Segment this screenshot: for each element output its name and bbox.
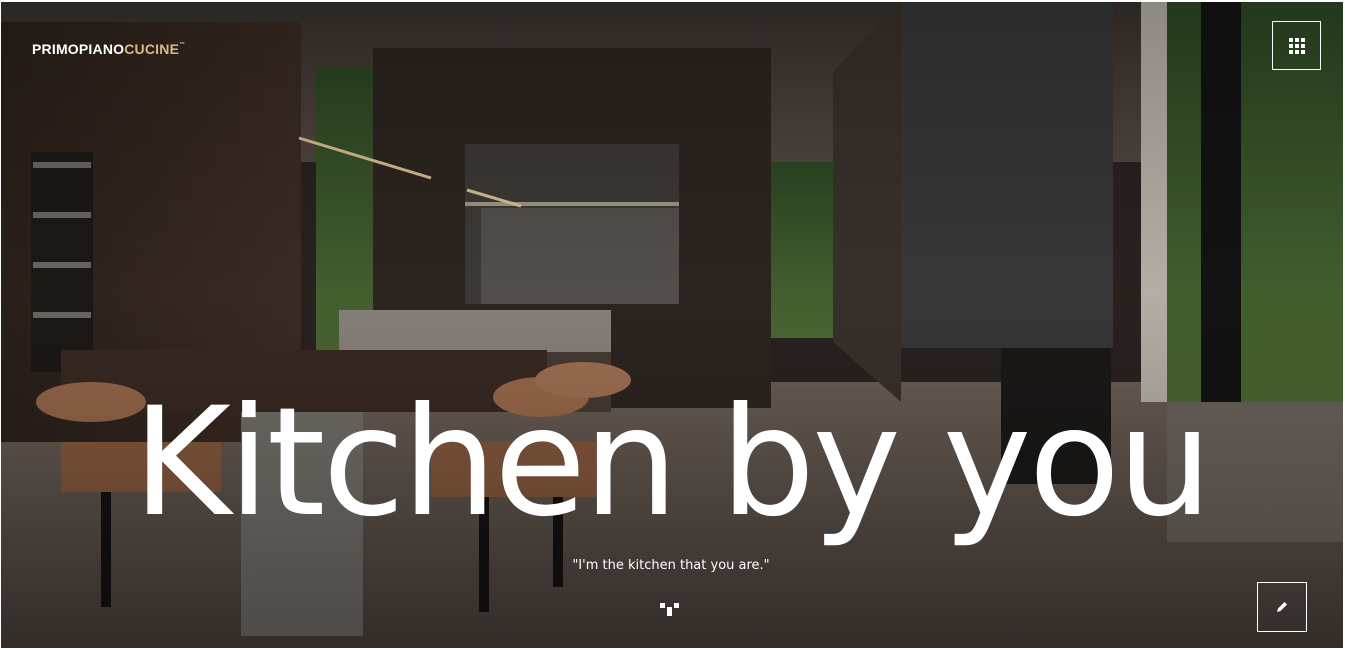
logo-primary: PRIMOPIANO [32,41,125,57]
pencil-icon [1277,602,1287,612]
chevron-down-icon[interactable] [659,601,681,617]
brand-logo[interactable]: PRIMOPIANOCUCINE™ [32,41,185,57]
hero-banner [1,2,1343,648]
logo-accent: CUCINE [124,41,180,57]
hero-background-image [1,2,1343,648]
menu-button[interactable] [1272,21,1321,70]
hero-headline: Kitchen by you [132,376,1213,550]
grid-dots-icon [1288,37,1305,54]
hero-tagline: "I'm the kitchen that you are." [572,558,770,573]
edit-button[interactable] [1257,582,1307,632]
logo-trademark: ™ [179,42,186,48]
